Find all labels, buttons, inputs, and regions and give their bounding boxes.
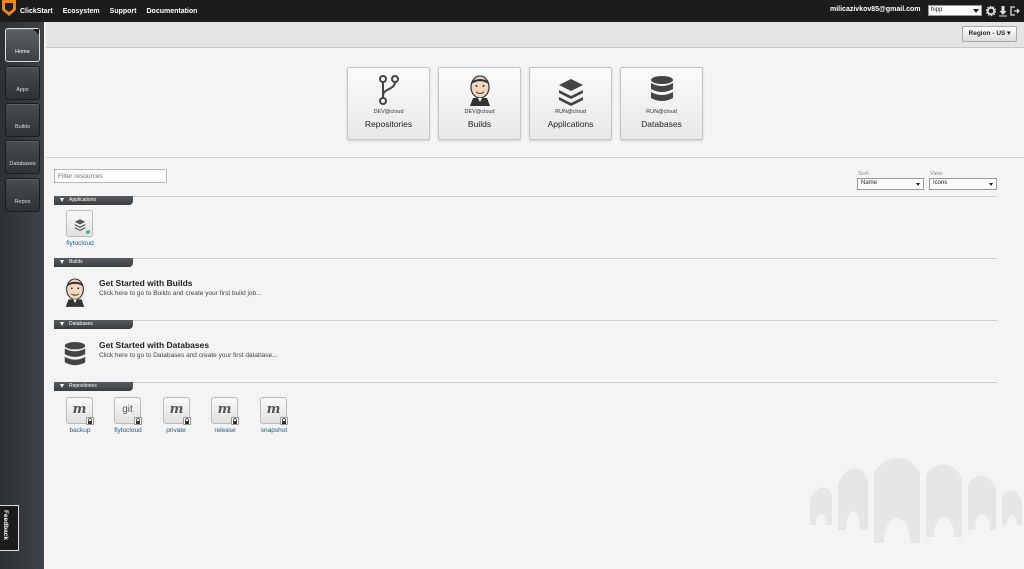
sort-select[interactable]: Name xyxy=(857,178,924,190)
download-icon[interactable] xyxy=(998,5,1008,17)
git-icon: git xyxy=(122,404,133,415)
tile-sub: RUN@cloud xyxy=(646,109,677,115)
logout-icon[interactable] xyxy=(1010,5,1020,17)
sidebar-item-repos[interactable]: Repos xyxy=(5,178,40,212)
maven-icon: m xyxy=(266,402,281,417)
tile-title: Applications xyxy=(547,119,594,129)
sidebar-item-label: Repos xyxy=(14,199,31,205)
app-name[interactable]: flytocloud xyxy=(58,240,102,247)
builds-get-started-text[interactable]: Click here to go to Builds and create yo… xyxy=(99,290,262,297)
repo-flytocloud-icon[interactable]: git xyxy=(114,397,142,425)
tile-databases[interactable]: RUN@cloud Databases xyxy=(620,67,703,140)
sidebar-item-label: Builds xyxy=(15,124,30,130)
database-icon[interactable] xyxy=(62,339,88,371)
lock-icon xyxy=(231,417,239,425)
sidebar-item-builds[interactable]: Builds xyxy=(5,103,40,137)
repo-name[interactable]: backup xyxy=(60,427,100,434)
tile-title: Builds xyxy=(467,119,492,129)
sidebar-item-apps[interactable]: Apps xyxy=(5,66,40,100)
tile-builds[interactable]: DEV@cloud Builds xyxy=(438,67,521,140)
top-bar: ClickStart Ecosystem Support Documentati… xyxy=(0,0,1024,22)
repo-backup-icon[interactable]: m xyxy=(66,397,94,425)
maven-icon: m xyxy=(169,402,184,417)
maven-icon: m xyxy=(217,402,232,417)
header-strip xyxy=(46,22,1024,48)
sidebar-item-label: Databases xyxy=(9,161,36,167)
cloudbees-logo[interactable] xyxy=(2,0,16,22)
databases-get-started-title[interactable]: Get Started with Databases xyxy=(99,340,209,350)
section-tab-databases[interactable]: Databases xyxy=(54,320,133,329)
lock-icon xyxy=(134,417,142,425)
region-label: Region - US xyxy=(968,30,1006,37)
view-select[interactable]: Icons xyxy=(929,178,997,190)
top-nav: ClickStart Ecosystem Support Documentati… xyxy=(20,0,197,22)
builds-get-started-title[interactable]: Get Started with Builds xyxy=(99,278,193,288)
tile-sub: DEV@cloud xyxy=(373,109,404,115)
status-dot xyxy=(85,229,91,235)
tile-title: Databases xyxy=(641,119,682,129)
tile-sub: RUN@cloud xyxy=(555,109,586,115)
feedback-tab[interactable]: Feedback xyxy=(0,505,19,551)
layers-icon xyxy=(559,79,583,106)
gear-icon[interactable] xyxy=(986,5,996,17)
section-divider xyxy=(54,196,997,197)
tile-sub: DEV@cloud xyxy=(464,109,495,115)
maven-icon: m xyxy=(72,402,87,417)
repo-snapshot-icon[interactable]: m xyxy=(260,397,288,425)
sort-value: Name xyxy=(861,180,878,186)
sidebar-item-home[interactable]: Home xyxy=(5,28,40,62)
sidebar-item-label: Home xyxy=(15,49,30,55)
databases-get-started-text[interactable]: Click here to go to Databases and create… xyxy=(99,352,278,359)
cloud-watermark-icon xyxy=(810,458,1022,543)
app-select[interactable]: hipp xyxy=(928,5,982,16)
nav-clickstart[interactable]: ClickStart xyxy=(20,8,53,15)
chevron-down-icon: ▾ xyxy=(1007,30,1011,37)
lock-icon xyxy=(183,417,191,425)
sidebar-item-databases[interactable]: Databases xyxy=(5,140,40,174)
region-button[interactable]: Region - US ▾ xyxy=(962,26,1017,42)
chevron-down-icon xyxy=(973,9,979,13)
tile-applications[interactable]: RUN@cloud Applications xyxy=(529,67,612,140)
chevron-down-icon xyxy=(916,183,920,186)
section-divider xyxy=(54,320,997,321)
sidebar: Home Apps Builds Databases Repos xyxy=(0,22,44,569)
repo-name[interactable]: snapshot xyxy=(252,427,296,434)
nav-ecosystem[interactable]: Ecosystem xyxy=(63,8,100,15)
section-tab-builds[interactable]: Builds xyxy=(54,258,133,267)
view-value: Icons xyxy=(933,180,948,186)
git-branch-icon xyxy=(379,75,399,105)
repo-name[interactable]: private xyxy=(156,427,196,434)
tile-repositories[interactable]: DEV@cloud Repositories xyxy=(347,67,430,140)
repo-name[interactable]: release xyxy=(205,427,245,434)
feedback-label: Feedback xyxy=(2,510,9,540)
divider xyxy=(46,157,1024,158)
app-select-value: hipp xyxy=(931,7,943,13)
user-email[interactable]: milicazivkov85@gmail.com xyxy=(830,6,920,13)
lock-icon xyxy=(86,417,94,425)
tile-title: Repositories xyxy=(364,119,413,129)
nav-support[interactable]: Support xyxy=(110,8,137,15)
repo-name[interactable]: flytocloud xyxy=(106,427,150,434)
app-flytocloud-icon[interactable] xyxy=(66,210,93,237)
section-tab-applications[interactable]: Applications xyxy=(54,196,133,205)
nav-documentation[interactable]: Documentation xyxy=(146,8,197,15)
jenkins-icon[interactable] xyxy=(62,276,88,308)
section-tab-repositories[interactable]: Repositories xyxy=(54,382,133,391)
sort-label: Sort: xyxy=(858,171,870,177)
repo-release-icon[interactable]: m xyxy=(211,397,239,425)
lock-icon xyxy=(280,417,288,425)
view-label: View: xyxy=(930,171,944,177)
section-divider xyxy=(54,258,997,259)
filter-resources-input[interactable] xyxy=(54,169,167,183)
chevron-down-icon xyxy=(989,183,993,186)
jenkins-icon xyxy=(470,75,490,106)
sidebar-item-label: Apps xyxy=(16,87,29,93)
database-icon xyxy=(651,76,673,101)
section-divider xyxy=(54,382,997,383)
repo-private-icon[interactable]: m xyxy=(163,397,191,425)
